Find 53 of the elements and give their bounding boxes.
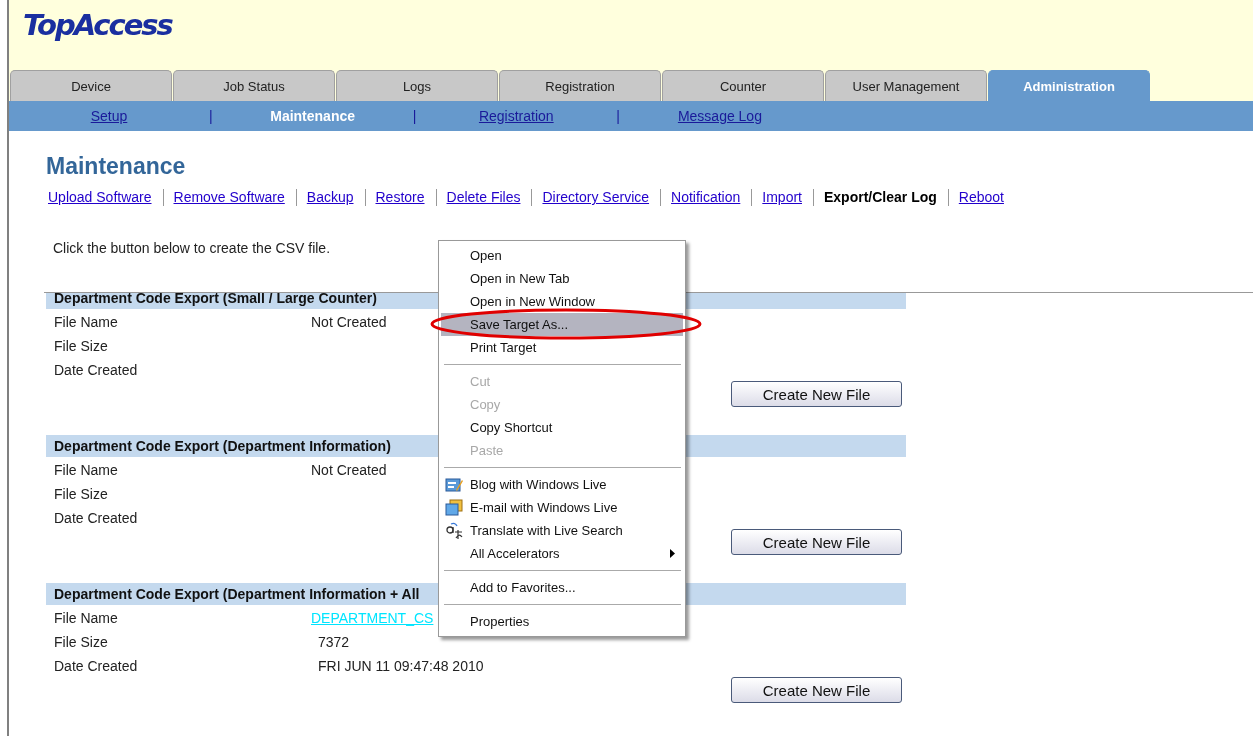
field-value: Not Created: [311, 313, 387, 330]
field-value: Not Created: [311, 461, 387, 478]
tool-link[interactable]: Import: [762, 189, 814, 206]
tool-link[interactable]: Directory Service: [542, 189, 662, 206]
field-label: File Name: [54, 609, 119, 626]
subnav-separator: |: [616, 108, 620, 124]
nav-tab[interactable]: User Management: [825, 70, 987, 101]
tool-link[interactable]: Export/Clear Log: [824, 189, 949, 206]
translate-icon: [445, 522, 463, 540]
field-label: Date Created: [54, 509, 139, 526]
subnav-separator: |: [412, 108, 417, 124]
menu-item[interactable]: All Accelerators: [441, 542, 683, 565]
submenu-arrow-icon: [670, 549, 675, 558]
instruction-text: Click the button below to create the CSV file.: [53, 240, 331, 256]
email-icon: [445, 499, 463, 517]
tool-link[interactable]: Restore: [375, 189, 437, 206]
create-file-button[interactable]: Create New File: [731, 381, 902, 407]
menu-item[interactable]: Print Target: [441, 336, 683, 359]
field-label: File Size: [54, 633, 109, 650]
tool-link[interactable]: Remove Software: [173, 189, 297, 206]
field-label: File Size: [54, 485, 109, 502]
field-label: Date Created: [54, 657, 139, 674]
nav-tab[interactable]: Registration: [499, 70, 661, 101]
menu-item[interactable]: Open in New Tab: [441, 267, 683, 290]
topaccess-logo: TopAccess: [22, 7, 172, 42]
menu-item[interactable]: Open: [441, 244, 683, 267]
menu-item[interactable]: Translate with Live Search: [441, 519, 683, 542]
page-title: Maintenance: [46, 153, 187, 180]
subnav-link[interactable]: Message Log: [639, 108, 800, 124]
tool-link[interactable]: Delete Files: [446, 189, 533, 206]
nav-tab[interactable]: Device: [10, 70, 172, 101]
menu-item[interactable]: Properties: [441, 610, 683, 633]
blog-icon: [445, 476, 463, 494]
tool-link[interactable]: Backup: [306, 189, 366, 206]
tool-link[interactable]: Notification: [671, 189, 753, 206]
tool-link[interactable]: Upload Software: [48, 189, 164, 206]
field-value: 7372: [317, 633, 350, 650]
field-label: File Name: [54, 313, 119, 330]
nav-tab[interactable]: Logs: [336, 70, 498, 101]
nav-tab[interactable]: Counter: [662, 70, 824, 101]
menu-item[interactable]: E-mail with Windows Live: [441, 496, 683, 519]
subnav-separator: |: [209, 108, 213, 124]
subnav-link[interactable]: Registration: [436, 108, 597, 124]
subnav-link[interactable]: Setup: [29, 108, 189, 124]
field-value: FRI JUN 11 09:47:48 2010: [317, 657, 484, 674]
tool-link[interactable]: Reboot: [958, 189, 1015, 206]
menu-item[interactable]: Blog with Windows Live: [441, 473, 683, 496]
create-file-button[interactable]: Create New File: [731, 677, 902, 703]
field-label: Date Created: [54, 361, 139, 378]
create-file-button[interactable]: Create New File: [731, 529, 902, 555]
field-label: File Size: [54, 337, 109, 354]
field-label: File Name: [54, 461, 119, 478]
nav-tab[interactable]: Job Status: [173, 70, 335, 101]
